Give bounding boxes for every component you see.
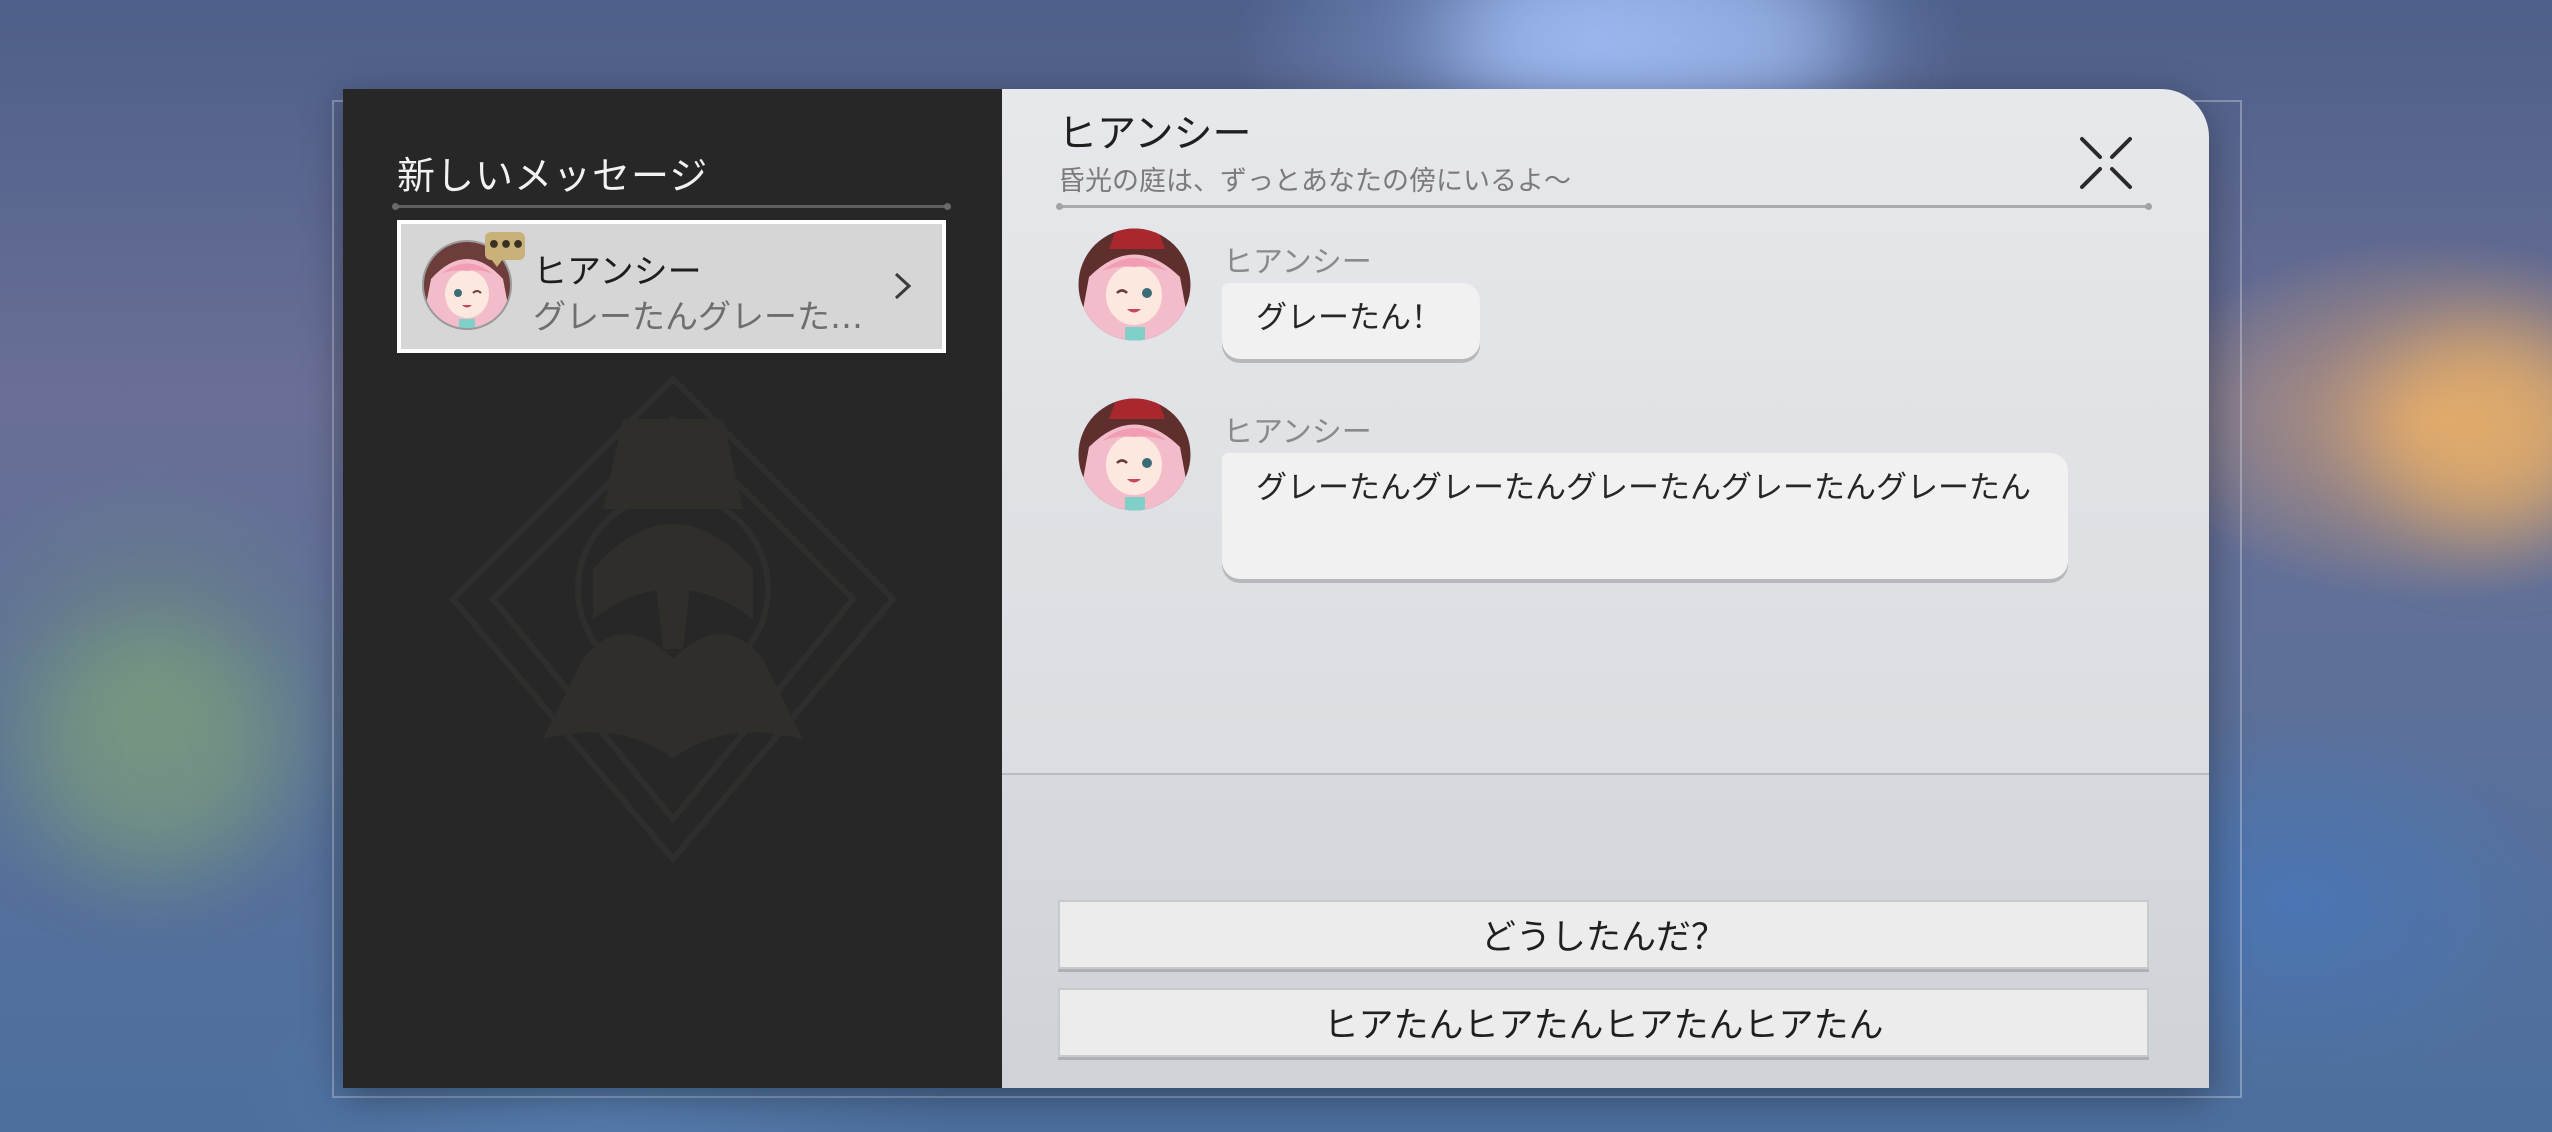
chat-contact-status: 昏光の庭は、ずっとあなたの傍にいるよ～ [1058,166,1571,197]
emblem-logo [448,374,898,864]
typing-bubble-icon: ••• [485,232,525,267]
conversation-list-panel: 新しいメッセージ ••• ヒアンシー グレーたんグレーた… [343,89,1002,1088]
message-bubble: グレーたん！ [1222,283,1480,359]
chat-header-divider [1056,203,2152,210]
close-icon[interactable] [2076,133,2136,193]
chevron-right-icon [894,272,912,300]
message-sender: ヒアンシー [1223,245,1372,280]
reply-option-button[interactable]: ヒアたんヒアたんヒアたんヒアたん [1058,988,2149,1057]
chat-panel: ヒアンシー 昏光の庭は、ずっとあなたの傍にいるよ～ ヒアンシー グレーたん！ ヒ… [1002,89,2209,1088]
reply-option-button[interactable]: どうしたんだ？ [1058,900,2149,969]
conversation-item[interactable]: ••• ヒアンシー グレーたんグレーた… [397,220,946,353]
sender-avatar [1078,228,1191,341]
contact-name: ヒアンシー [533,252,702,292]
new-messages-title: 新しいメッセージ [397,154,709,198]
left-divider [392,203,951,210]
message-dialog: 新しいメッセージ ••• ヒアンシー グレーたんグレーた… ヒアンシー 昏光の庭… [343,89,2209,1088]
reply-options-area: どうしたんだ？ ヒアたんヒアたんヒアたんヒアたん [1002,773,2209,1088]
chat-contact-name: ヒアンシー [1058,112,1252,157]
message-bubble: グレーたんグレーたんグレーたんグレーたんグレーたん [1222,453,2068,579]
sender-avatar [1078,398,1191,511]
message-sender: ヒアンシー [1223,415,1372,450]
message-preview: グレーたんグレーた… [533,297,863,336]
